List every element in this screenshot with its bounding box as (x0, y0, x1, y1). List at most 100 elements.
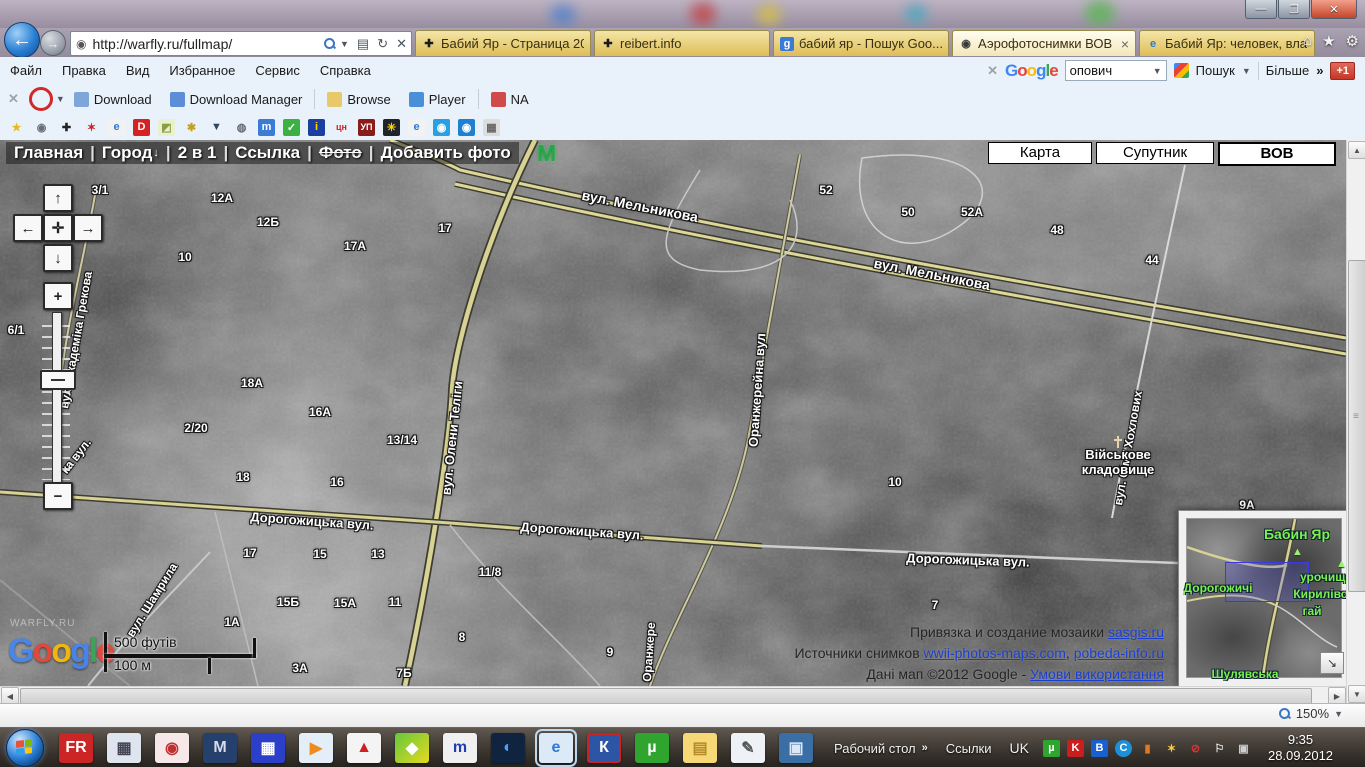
search-icon[interactable] (324, 38, 335, 49)
iron-cross-icon[interactable]: ✚ (58, 119, 75, 136)
up-icon[interactable]: УП (358, 119, 375, 136)
site-nav-6[interactable]: Добавить фото (381, 143, 511, 163)
horizontal-scroll-thumb[interactable] (20, 688, 1312, 704)
scroll-up-icon[interactable]: ▲ (1348, 141, 1365, 159)
graph-app[interactable]: ◉ (155, 733, 189, 763)
flag-tray-icon[interactable]: ⚐ (1211, 740, 1228, 757)
toolbar-button-download[interactable]: Download (65, 92, 161, 107)
google-earth-app[interactable]: ◐ (491, 733, 525, 763)
page-zoom-control[interactable]: 150% ▼ (1275, 706, 1343, 721)
utorrent-app[interactable]: µ (635, 733, 669, 763)
chevron-down-icon[interactable]: ▼ (56, 94, 65, 104)
green-shield-icon[interactable]: ✓ (283, 119, 300, 136)
site-nav-5[interactable]: Фото (319, 143, 362, 163)
attribution-link[interactable]: Умови використання (1030, 666, 1164, 682)
zoom-slider-track[interactable] (52, 312, 62, 486)
chevron-down-icon[interactable]: ▼ (1153, 66, 1162, 76)
minimap-expand-button[interactable]: ↘ (1320, 652, 1344, 674)
comodo-tray-icon[interactable]: C (1115, 740, 1132, 757)
pan-center-button[interactable]: ✛ (43, 214, 73, 242)
site-nav-1[interactable]: Главная (14, 143, 83, 163)
menu-Справка[interactable]: Справка (310, 63, 381, 78)
refresh-icon[interactable]: ↻ (373, 36, 392, 52)
back-button[interactable]: ← (4, 22, 40, 58)
pan-right-button[interactable]: → (73, 214, 103, 242)
menu-Файл[interactable]: Файл (0, 63, 52, 78)
attribution-link[interactable]: wwii-photos-maps.com (924, 645, 1066, 661)
q-button-icon[interactable] (29, 87, 53, 111)
explorer-app[interactable]: ▤ (683, 733, 717, 763)
pan-up-button[interactable]: ↑ (43, 184, 73, 212)
zoom-in-button[interactable]: + (43, 282, 73, 310)
google-search-button[interactable]: Пошук (1196, 63, 1235, 78)
wheel-icon[interactable]: ◉ (33, 119, 50, 136)
address-bar[interactable]: ◉ http://warfly.ru/fullmap/ ▼ ▤ ↻ ✕ (70, 31, 412, 56)
browser-tab[interactable]: ◉Аэрофотоснимки ВОВ× (952, 30, 1136, 56)
ie-app[interactable]: e (539, 733, 573, 763)
toolbar-button-browse[interactable]: Browse (318, 92, 399, 107)
adobe-reader-app[interactable]: ▲ (347, 733, 381, 763)
vertical-scroll-thumb[interactable] (1348, 260, 1365, 592)
media-player-app[interactable]: ▶ (299, 733, 333, 763)
pan-left-button[interactable]: ← (13, 214, 43, 242)
site-nav-3[interactable]: 2 в 1 (178, 143, 217, 163)
signature-app[interactable]: m (443, 733, 477, 763)
google-search-input[interactable]: опович ▼ (1065, 60, 1167, 81)
browser-tab[interactable]: ✚Бабий Яр - Страница 20... (415, 30, 591, 56)
fr-app[interactable]: FR (59, 733, 93, 763)
bluetooth-tray-icon[interactable]: B (1091, 740, 1108, 757)
n-circle-icon[interactable]: ◍ (233, 119, 250, 136)
site-nav-2[interactable]: Город (102, 143, 153, 163)
stop-icon[interactable]: ✕ (392, 36, 411, 52)
remove-hw-tray-icon[interactable]: ▣ (1235, 740, 1252, 757)
start-button[interactable] (6, 729, 44, 767)
info-icon[interactable]: i (308, 119, 325, 136)
menu-Сервис[interactable]: Сервис (245, 63, 310, 78)
book-tray-icon[interactable]: ▮ (1139, 740, 1156, 757)
download-master-app[interactable]: M (203, 733, 237, 763)
menu-Избранное[interactable]: Избранное (159, 63, 245, 78)
menu-Правка[interactable]: Правка (52, 63, 116, 78)
folder-icon[interactable]: ◩ (158, 119, 175, 136)
tab-close-icon[interactable]: × (1121, 36, 1129, 52)
kaspersky-tray-icon[interactable]: K (1067, 740, 1084, 757)
attribution-link[interactable]: pobeda-info.ru (1074, 645, 1164, 661)
utorrent-tray-icon[interactable]: µ (1043, 740, 1060, 757)
scroll-down-icon[interactable]: ▼ (1348, 685, 1365, 703)
paint-app[interactable]: ✎ (731, 733, 765, 763)
red-star-icon[interactable]: ✶ (83, 119, 100, 136)
google-toolbar-close-icon[interactable]: ✕ (987, 63, 998, 79)
toolbar-close-icon[interactable]: ✕ (0, 91, 27, 107)
d-icon[interactable]: D (133, 119, 150, 136)
zoom-slider-handle[interactable] (40, 370, 76, 390)
search-dropdown-icon[interactable]: ▼ (336, 39, 353, 49)
desktop-toolbar-label[interactable]: Рабочий стол (834, 741, 916, 756)
url-text[interactable]: http://warfly.ru/fullmap/ (92, 36, 319, 52)
mosaic-app[interactable]: ▦ (251, 733, 285, 763)
forward-button[interactable]: → (40, 30, 66, 56)
horizontal-scrollbar[interactable]: ◀ ▶ (0, 686, 1346, 704)
zoom-out-button[interactable]: − (43, 482, 73, 510)
map-type-вов[interactable]: ВОВ (1218, 142, 1336, 166)
links-toolbar-label[interactable]: Ссылки (946, 741, 992, 756)
tsn-icon[interactable]: цн (333, 119, 350, 136)
kiev-app[interactable]: К (587, 733, 621, 763)
double-chevron-icon[interactable]: » (922, 742, 928, 754)
bee-icon[interactable]: ✱ (183, 119, 200, 136)
shield-app[interactable]: ◆ (395, 733, 429, 763)
gear-icon[interactable]: ⚙ (1346, 32, 1359, 50)
satellite-icon[interactable]: ✳ (383, 119, 400, 136)
attribution-link[interactable]: sasgis.ru (1108, 624, 1164, 640)
compat-view-icon[interactable]: ▤ (353, 36, 373, 52)
maximize-button[interactable]: ❐ (1278, 0, 1310, 19)
chevron-down-icon[interactable]: ▼ (1334, 709, 1343, 719)
language-indicator[interactable]: UK (1010, 740, 1029, 756)
mute-tray-icon[interactable]: ⊘ (1187, 740, 1204, 757)
minimize-button[interactable]: — (1245, 0, 1277, 19)
taskbar-clock[interactable]: 9:35 28.09.2012 (1268, 732, 1333, 764)
browser-tab[interactable]: eБабий Яр: человек, вла... (1139, 30, 1315, 56)
star-arrow-icon[interactable]: ★ (8, 119, 25, 136)
spark-tray-icon[interactable]: ✶ (1163, 740, 1180, 757)
calculator-app[interactable]: ▦ (107, 733, 141, 763)
ie-doc-icon[interactable]: e (408, 119, 425, 136)
